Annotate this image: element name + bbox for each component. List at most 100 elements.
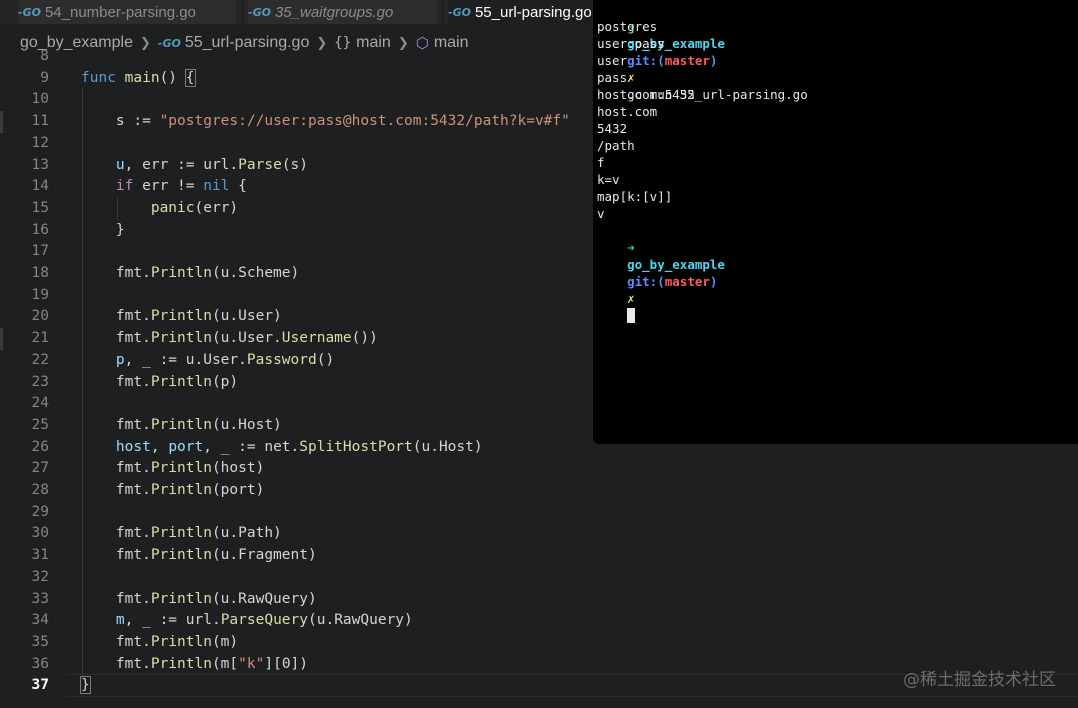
code-text: if err != nil {: [115, 178, 247, 195]
line-number: 11: [31, 113, 49, 130]
code-text: p, _ := u.User.Password(): [115, 351, 335, 368]
code-text: fmt.Println(port): [81, 482, 265, 498]
code-text: fmt.Println(host): [81, 460, 265, 477]
line-number: 36: [31, 655, 49, 672]
line-number: 34: [31, 612, 49, 629]
line-number: 29: [31, 503, 49, 520]
code-text: s := "postgres://user:pass@host.com:5432…: [81, 113, 570, 130]
code-text: u, err := url.Parse(s): [115, 156, 309, 173]
code-text: fmt.Println(m["k"][0]): [81, 655, 309, 672]
watermark: @稀土掘金技术社区: [903, 670, 1056, 690]
tab-label: 55_url-parsing.go: [474, 3, 592, 21]
tab-35-waitgroups[interactable]: -GO 35_waitgroups.go: [248, 0, 438, 24]
line-number: 9: [40, 69, 49, 86]
terminal-output-line: host.com: [597, 104, 658, 119]
code-text: fmt.Println(u.RawQuery): [81, 590, 317, 607]
code-text: fmt.Println(u.Path): [81, 525, 282, 542]
terminal-output-line: pass: [597, 70, 628, 85]
line-number: 35: [31, 633, 49, 650]
code-line[interactable]: 28 fmt.Println(port): [0, 480, 1078, 501]
terminal-prompt-line: ➜ go_by_example git:(master) ✗ go run 55…: [597, 1, 808, 102]
line-number: 23: [31, 373, 49, 390]
line-number: 24: [31, 395, 49, 412]
prompt-directory: go_by_example: [627, 257, 725, 272]
tab-54-number-parsing[interactable]: -GO 54_number-parsing.go: [18, 0, 236, 24]
code-line[interactable]: 30 fmt.Println(u.Path): [0, 523, 1078, 544]
code-line[interactable]: 34 m, _ := url.ParseQuery(u.RawQuery): [0, 610, 1078, 631]
line-number: 12: [31, 134, 49, 151]
line-number: 26: [31, 438, 49, 455]
line-number: 37: [31, 677, 49, 694]
code-text: fmt.Println(u.User.Username()): [81, 330, 378, 347]
line-number: 8: [40, 48, 49, 64]
terminal-output-line: v: [597, 206, 605, 221]
line-number: 19: [31, 286, 49, 303]
code-text: fmt.Println(m): [81, 633, 239, 650]
gutter-change-marker: [0, 111, 3, 133]
code-text: fmt.Println(u.Fragment): [81, 547, 317, 564]
line-number: 22: [31, 351, 49, 368]
line-number: 27: [31, 460, 49, 477]
line-number: 28: [31, 482, 49, 498]
code-text: panic(err): [150, 199, 239, 216]
terminal-output-line: 5432: [597, 121, 628, 136]
tab-55-url-parsing[interactable]: -GO 55_url-parsing.go: [448, 0, 608, 24]
terminal-output-line: user: [597, 53, 628, 68]
terminal-window[interactable]: ➜ go_by_example git:(master) ✗ go run 55…: [593, 0, 1078, 444]
line-number: 13: [31, 156, 49, 173]
code-text: fmt.Println(u.Scheme): [81, 265, 300, 281]
line-number: 10: [31, 91, 49, 108]
code-text: func main() {: [81, 68, 196, 87]
terminal-cursor: [627, 308, 636, 323]
indent-guide: [82, 89, 83, 676]
code-line[interactable]: 33 fmt.Println(u.RawQuery): [0, 589, 1078, 610]
code-line[interactable]: 29: [0, 502, 1078, 523]
line-number: 21: [31, 330, 49, 347]
line-number: 17: [31, 243, 49, 260]
code-line[interactable]: 35 fmt.Println(m): [0, 632, 1078, 653]
terminal-output-line: host.com:5432: [597, 87, 695, 102]
code-text: fmt.Println(u.Host): [81, 416, 282, 433]
tab-label: 35_waitgroups.go: [274, 3, 394, 21]
prompt-git-label: git:(: [627, 53, 665, 68]
line-number: 32: [31, 568, 49, 585]
terminal-output-line: k=v: [597, 172, 620, 187]
code-text: m, _ := url.ParseQuery(u.RawQuery): [115, 612, 413, 629]
tab-divider: [242, 0, 243, 24]
line-number: 31: [31, 547, 49, 564]
line-number: 15: [31, 199, 49, 216]
go-file-icon: -GO: [18, 5, 41, 19]
prompt-dirty-icon: ✗: [627, 291, 635, 306]
code-line[interactable]: 27 fmt.Println(host): [0, 458, 1078, 479]
code-text: }: [81, 221, 125, 238]
prompt-arrow-icon: ➜: [627, 240, 635, 255]
go-file-icon: -GO: [448, 5, 471, 19]
gutter-change-marker: [0, 328, 3, 350]
code-text: fmt.Println(p): [81, 373, 239, 390]
line-number: 33: [31, 590, 49, 607]
prompt-dirty-icon: ✗: [627, 70, 635, 85]
tab-label: 54_number-parsing.go: [44, 3, 196, 21]
indent-guide: [117, 197, 118, 220]
tab-divider: [442, 0, 443, 24]
prompt-branch: master: [664, 53, 710, 68]
prompt-git-close: ): [709, 274, 718, 289]
line-number: 20: [31, 308, 49, 325]
line-number: 16: [31, 221, 49, 238]
line-number: 25: [31, 416, 49, 433]
code-text: fmt.Println(u.User): [81, 308, 282, 325]
code-line[interactable]: 31 fmt.Println(u.Fragment): [0, 545, 1078, 566]
code-line[interactable]: 32: [0, 567, 1078, 588]
go-file-icon: -GO: [248, 5, 271, 19]
line-number: 18: [31, 265, 49, 281]
terminal-output-line: user:pass: [597, 36, 665, 51]
terminal-prompt-line: ➜ go_by_example git:(master) ✗: [597, 222, 725, 323]
terminal-output-line: postgres: [597, 19, 658, 34]
line-number: 30: [31, 525, 49, 542]
terminal-output-line: f: [597, 155, 605, 170]
prompt-git-label: git:(: [627, 274, 665, 289]
terminal-output-line: /path: [597, 138, 635, 153]
prompt-git-close: ): [709, 53, 718, 68]
terminal-output-line: map[k:[v]]: [597, 189, 673, 204]
code-text: host, port, _ := net.SplitHostPort(u.Hos…: [115, 438, 483, 455]
